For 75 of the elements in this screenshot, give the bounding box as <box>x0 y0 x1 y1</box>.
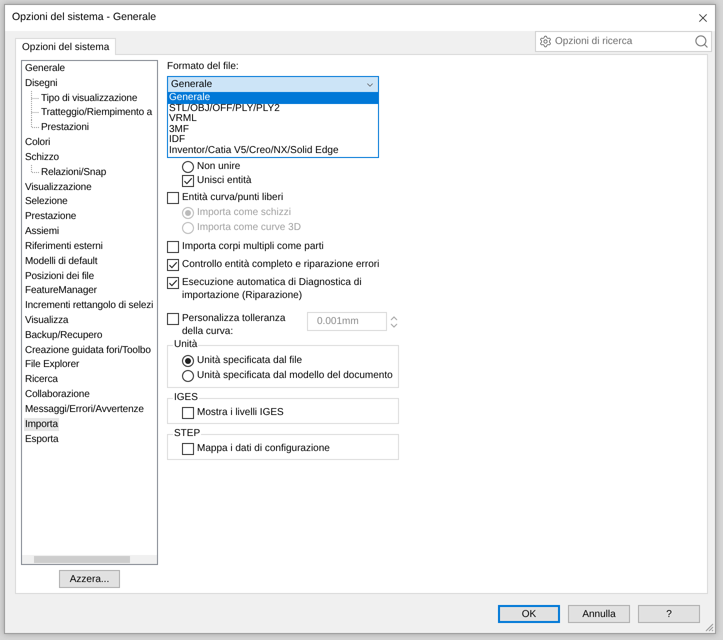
sidebar-item[interactable]: Generale <box>24 62 66 75</box>
checkbox-label: Esecuzione automatica di Diagnostica di importazione (Riparazione) <box>182 276 363 302</box>
window-title: Opzioni del sistema - Generale <box>12 10 156 26</box>
sidebar-item[interactable]: Selezione <box>24 195 69 208</box>
field-label: Formato del file: <box>167 60 240 74</box>
checkbox[interactable] <box>182 175 194 187</box>
sidebar-item[interactable]: Creazione guidata fori/Toolbo <box>24 344 152 357</box>
sidebar-item[interactable]: Ricerca <box>24 373 59 386</box>
sidebar-item[interactable]: Collaborazione <box>24 388 91 402</box>
radio-button[interactable] <box>182 370 194 382</box>
checkbox[interactable] <box>167 277 179 289</box>
checkbox-label: Mostra i livelli IGES <box>197 406 284 419</box>
resize-grip-icon[interactable] <box>704 622 714 632</box>
reset-button[interactable]: Azzera... <box>59 570 120 588</box>
group-title: STEP <box>173 428 202 440</box>
dropdown-option[interactable]: 3MF <box>168 124 378 136</box>
tree-line <box>31 164 39 173</box>
sidebar-item[interactable]: Assiemi <box>24 225 60 238</box>
sidebar-item[interactable]: Importa <box>24 418 59 431</box>
group-title: IGES <box>173 392 199 404</box>
dropdown-option[interactable]: IDF <box>168 135 378 146</box>
close-icon[interactable] <box>696 11 710 25</box>
sidebar-item[interactable]: Riferimenti esterni <box>24 240 104 253</box>
checkbox-label: Entità curva/punti liberi <box>182 191 284 204</box>
checkbox[interactable] <box>167 241 179 253</box>
dropdown-option[interactable]: STL/OBJ/OFF/PLY/PLY2 <box>168 104 378 114</box>
checkbox[interactable] <box>182 407 194 419</box>
dropdown-option[interactable]: VRML <box>168 114 378 125</box>
sidebar-item[interactable]: Modelli di default <box>24 254 98 268</box>
checkbox-label: Importa corpi multipli come parti <box>182 240 324 253</box>
tab[interactable]: Opzioni del sistema <box>15 38 116 55</box>
sidebar-item[interactable]: Disegni <box>24 76 58 90</box>
checkbox[interactable] <box>182 443 194 455</box>
radio-button[interactable] <box>182 354 194 366</box>
sidebar-item[interactable]: Schizzo <box>24 150 60 164</box>
radio-label: Importa come curve 3D <box>197 221 301 235</box>
checkbox-label: Personalizza tolleranza della curva: <box>182 312 286 338</box>
sidebar-item[interactable]: Incrementi rettangolo di selezi <box>24 299 154 312</box>
horizontal-scrollbar[interactable] <box>22 555 157 564</box>
group-title: Unità <box>173 339 198 351</box>
checkbox-label: Mappa i dati di configurazione <box>197 442 330 455</box>
dialog-button[interactable]: Annulla <box>568 605 630 623</box>
sidebar-item[interactable]: File Explorer <box>24 358 80 372</box>
sidebar-item[interactable]: FeatureManager <box>24 284 98 298</box>
sidebar-item[interactable]: Prestazione <box>24 210 78 224</box>
search-icon[interactable] <box>694 34 709 49</box>
dropdown-option[interactable]: Inventor/Catia V5/Creo/NX/Solid Edge <box>168 146 378 157</box>
sidebar-item[interactable]: Prestazioni <box>40 121 90 134</box>
sidebar-item[interactable]: Tratteggio/Riempimento a <box>40 106 154 120</box>
radio-label: Importa come schizzi <box>197 206 291 220</box>
search-field[interactable]: Opzioni di ricerca <box>535 31 712 52</box>
dropdown-option[interactable]: Generale <box>168 93 378 104</box>
radio-label: Unità specificata dal modello del documento <box>197 369 393 383</box>
checkbox[interactable] <box>167 313 179 325</box>
checkbox[interactable] <box>167 259 179 271</box>
checkbox-label: Unisci entità <box>197 174 252 187</box>
radio-label: Unità specificata dal file <box>197 354 302 368</box>
sidebar-item[interactable]: Posizioni dei file <box>24 270 96 282</box>
sidebar-item[interactable]: Visualizzazione <box>24 180 92 194</box>
sidebar-item[interactable]: Backup/Recupero <box>24 328 104 342</box>
dialog-button[interactable]: OK <box>498 605 560 623</box>
radio-button[interactable] <box>182 160 194 172</box>
checkbox-label: Controllo entità completo e riparazione errori <box>182 258 380 271</box>
scrollbar-thumb[interactable] <box>34 556 130 563</box>
sidebar-item[interactable]: Tipo di visualizzazione <box>40 92 138 105</box>
checkbox[interactable] <box>167 192 179 204</box>
settings-icon[interactable] <box>539 35 552 48</box>
sidebar-item[interactable]: Colori <box>24 136 52 150</box>
sidebar-item[interactable]: Visualizza <box>24 314 70 327</box>
sidebar-item[interactable]: Esporta <box>24 432 60 446</box>
radio-label: Non unire <box>197 160 240 174</box>
dialog-button[interactable]: ? <box>638 605 700 623</box>
sidebar-item[interactable]: Messaggi/Errori/Avvertenze <box>24 402 145 416</box>
file-format-dropdown[interactable]: Generale <box>167 76 379 93</box>
sidebar-item[interactable]: Relazioni/Snap <box>40 166 108 179</box>
